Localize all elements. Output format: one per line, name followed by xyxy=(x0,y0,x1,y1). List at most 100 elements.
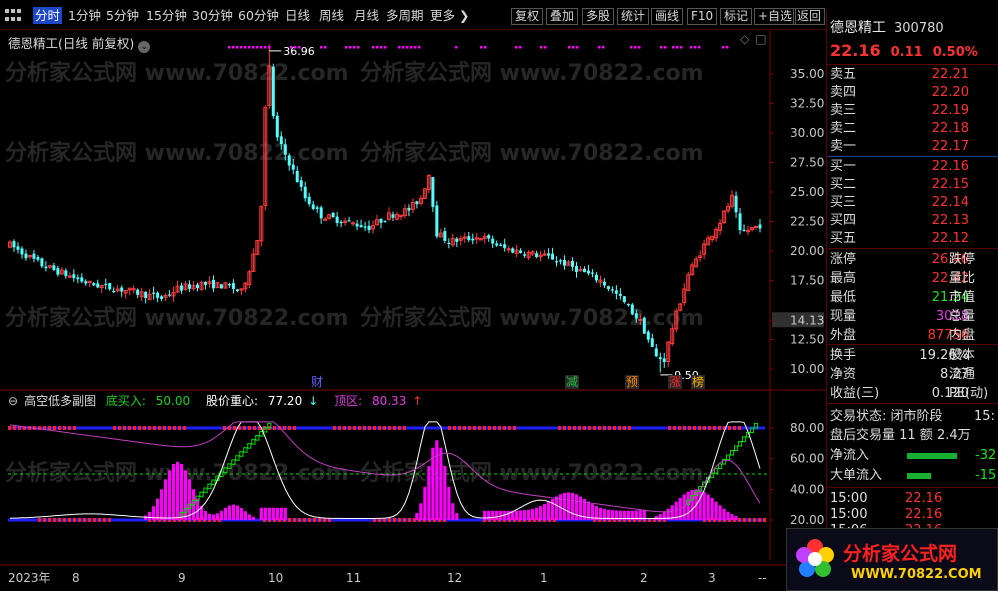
band-dot xyxy=(403,518,406,522)
bid-row: 买二 22.15 xyxy=(827,176,998,194)
candle-body xyxy=(563,260,567,266)
tab-15min[interactable]: 15分钟 xyxy=(146,7,187,24)
tab-monthly[interactable]: 月线 xyxy=(354,7,379,24)
signal-block xyxy=(718,463,723,470)
band-dot xyxy=(453,426,456,430)
band-dot xyxy=(38,518,41,522)
histogram-bar xyxy=(227,505,232,520)
histogram-bar xyxy=(415,513,419,520)
band-dot xyxy=(98,518,101,522)
ad-banner[interactable]: 分析家公式网 WWW.70822.COM xyxy=(786,528,998,591)
price-tick-label: 12.50 xyxy=(790,333,824,347)
stat-row: 收益(三) 0.120 PE(动) xyxy=(827,385,998,403)
histogram-bar xyxy=(690,489,694,520)
tab-weekly[interactable]: 周线 xyxy=(319,7,344,24)
row-label: 买五 xyxy=(830,231,857,246)
histogram-bar xyxy=(171,464,176,520)
candle-body xyxy=(491,238,495,244)
tab-60min[interactable]: 60分钟 xyxy=(238,7,279,24)
histogram-bar xyxy=(159,489,164,520)
band-dot xyxy=(298,518,301,522)
signal-dot xyxy=(372,46,375,49)
band-dot xyxy=(608,426,611,430)
histogram-bar xyxy=(734,516,738,520)
ask-row: 卖四 22.20 xyxy=(827,84,998,102)
band-dot xyxy=(738,426,741,430)
grid-menu-icon[interactable] xyxy=(5,9,21,23)
histogram-bar xyxy=(447,486,451,520)
signal-dot xyxy=(722,46,725,49)
histogram-bar xyxy=(195,498,200,520)
candle-body xyxy=(112,290,116,293)
tab-intraday[interactable]: 分时 xyxy=(33,7,63,24)
mark-button[interactable]: 标记 xyxy=(720,8,753,25)
candle-body xyxy=(650,338,654,347)
band-dot xyxy=(248,426,251,430)
candle-body xyxy=(487,235,491,239)
band-dot xyxy=(13,426,16,430)
band-dot xyxy=(668,426,671,430)
tab-30min[interactable]: 30分钟 xyxy=(192,7,233,24)
signal-dot xyxy=(410,46,413,49)
candle-body xyxy=(315,207,319,209)
histogram-bar xyxy=(251,516,255,520)
band-dot xyxy=(73,518,76,522)
tab-1min[interactable]: 1分钟 xyxy=(68,7,101,24)
back-button[interactable]: 返回 xyxy=(793,8,826,25)
histogram-bar xyxy=(698,489,702,520)
stat-row: 外盘 87756 内盘 xyxy=(827,327,998,345)
signal-dot xyxy=(418,46,421,49)
candle-body xyxy=(495,243,499,246)
band-dot xyxy=(43,518,46,522)
overlay-button[interactable]: 叠加 xyxy=(546,8,579,25)
bid-row: 买一 22.16 xyxy=(827,158,998,176)
stats-button[interactable]: 统计 xyxy=(617,8,650,25)
histogram-bar xyxy=(279,507,283,520)
date-tick-label: 8 xyxy=(72,571,80,585)
histogram-bar xyxy=(483,510,487,520)
draw-line-button[interactable]: 画线 xyxy=(651,8,684,25)
candle-body xyxy=(335,216,339,223)
histogram-bar xyxy=(726,511,730,520)
band-dot xyxy=(168,426,171,430)
band-dot xyxy=(613,426,616,430)
price-tick-label: 14.13 xyxy=(790,313,824,327)
candle-body xyxy=(76,277,80,280)
chevron-down-icon[interactable]: ⌄ xyxy=(138,41,151,53)
band-dot xyxy=(388,518,391,522)
histogram-bar xyxy=(702,491,706,520)
band-dot xyxy=(458,426,461,430)
f10-button[interactable]: F10 xyxy=(687,8,718,25)
signal-dot xyxy=(544,46,547,49)
multi-stock-button[interactable]: 多股 xyxy=(582,8,615,25)
band-dot xyxy=(368,426,371,430)
histogram-bar xyxy=(658,514,662,520)
signal-dot xyxy=(726,46,729,49)
after-hours: 盘后交易量 11 额 2.4万 xyxy=(830,428,971,443)
signal-block xyxy=(247,443,252,449)
signal-dot xyxy=(290,46,293,49)
tab-daily[interactable]: 日线 xyxy=(285,7,310,24)
stat-row: 现量 3018 总量 xyxy=(827,308,998,326)
row-value: 22.19 xyxy=(931,103,969,118)
collapse-icon[interactable]: ⊖ xyxy=(8,394,18,408)
chart-window-icons[interactable]: ◇□ xyxy=(740,32,773,46)
adjust-button[interactable]: 复权 xyxy=(511,8,544,25)
tab-multi-period[interactable]: 多周期 xyxy=(386,7,424,24)
kline-chart[interactable]: 35.00 32.50 30.00 27.50 25.00 22.50 20.00 17.50… xyxy=(0,30,826,591)
tab-5min[interactable]: 5分钟 xyxy=(106,7,139,24)
signal-dot xyxy=(660,46,663,49)
chart-area[interactable]: 分析家公式网 www.70822.com 分析家公式网 www.70822.co… xyxy=(0,30,826,591)
row-label: 涨停 xyxy=(830,252,857,267)
histogram-bar xyxy=(519,510,523,520)
signal-dot xyxy=(252,46,255,49)
add-watchlist-button[interactable]: +自选 xyxy=(754,8,797,25)
band-dot xyxy=(318,518,321,522)
signal-block xyxy=(737,440,743,447)
stock-chart-title: 德恩精工(日线 前复权) ⌄ xyxy=(8,33,151,53)
candle-body xyxy=(359,225,363,228)
tab-more[interactable]: 更多 ❯ xyxy=(430,7,469,24)
band-dot xyxy=(313,518,316,522)
histogram-bar xyxy=(515,510,519,520)
band-dot xyxy=(513,426,516,430)
